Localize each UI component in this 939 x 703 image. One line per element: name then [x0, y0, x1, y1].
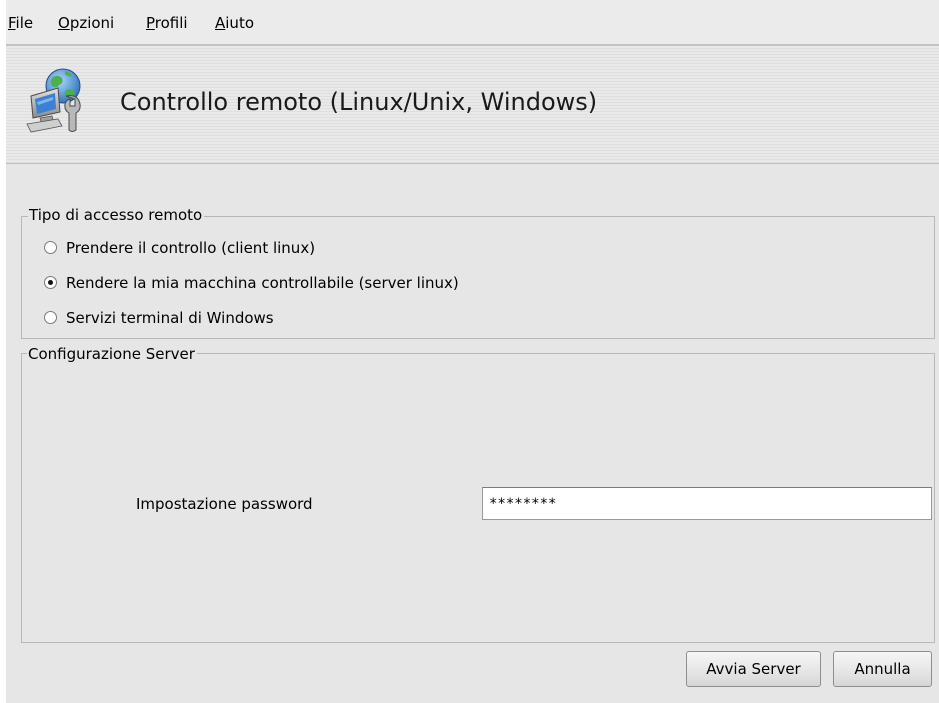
menu-help-label: iuto	[225, 14, 254, 32]
menu-file[interactable]: File	[8, 14, 33, 32]
menu-profiles-label: rofili	[154, 14, 188, 32]
menu-help-mnemonic: A	[215, 14, 226, 32]
server-config-legend: Configurazione Server	[27, 345, 197, 363]
access-type-group: Tipo di accesso remoto Prendere il contr…	[21, 206, 935, 339]
password-label: Impostazione password	[136, 495, 313, 513]
radio-label-server: Rendere la mia macchina controllabile (s…	[66, 274, 459, 292]
radio-label-windows-terminal: Servizi terminal di Windows	[66, 309, 274, 327]
menu-options[interactable]: Opzioni	[58, 14, 114, 32]
menu-help[interactable]: Aiuto	[215, 14, 254, 32]
radio-button-client[interactable]	[44, 241, 57, 254]
menu-profiles[interactable]: Profili	[146, 14, 188, 32]
menu-options-mnemonic: O	[58, 14, 70, 32]
menu-options-label: pzioni	[69, 14, 115, 32]
radio-button-windows-terminal[interactable]	[44, 311, 57, 324]
radio-button-server[interactable]	[44, 276, 57, 289]
start-server-button[interactable]: Avvia Server	[686, 651, 821, 687]
access-type-legend: Tipo di accesso remoto	[28, 206, 205, 224]
app-window: File Opzioni Profili Aiuto Controllo rem…	[6, 0, 939, 703]
menu-file-label: ile	[15, 14, 34, 32]
radio-label-client: Prendere il controllo (client linux)	[66, 239, 316, 257]
header-banner: Controllo remoto (Linux/Unix, Windows)	[6, 46, 939, 164]
password-input[interactable]	[482, 487, 932, 520]
remote-control-computer-icon	[20, 66, 90, 136]
menu-bar: File Opzioni Profili Aiuto	[6, 0, 939, 46]
cancel-button[interactable]: Annulla	[833, 651, 932, 687]
menu-profiles-mnemonic: P	[146, 14, 155, 32]
page-title: Controllo remoto (Linux/Unix, Windows)	[120, 88, 598, 116]
menu-file-mnemonic: F	[8, 14, 16, 32]
